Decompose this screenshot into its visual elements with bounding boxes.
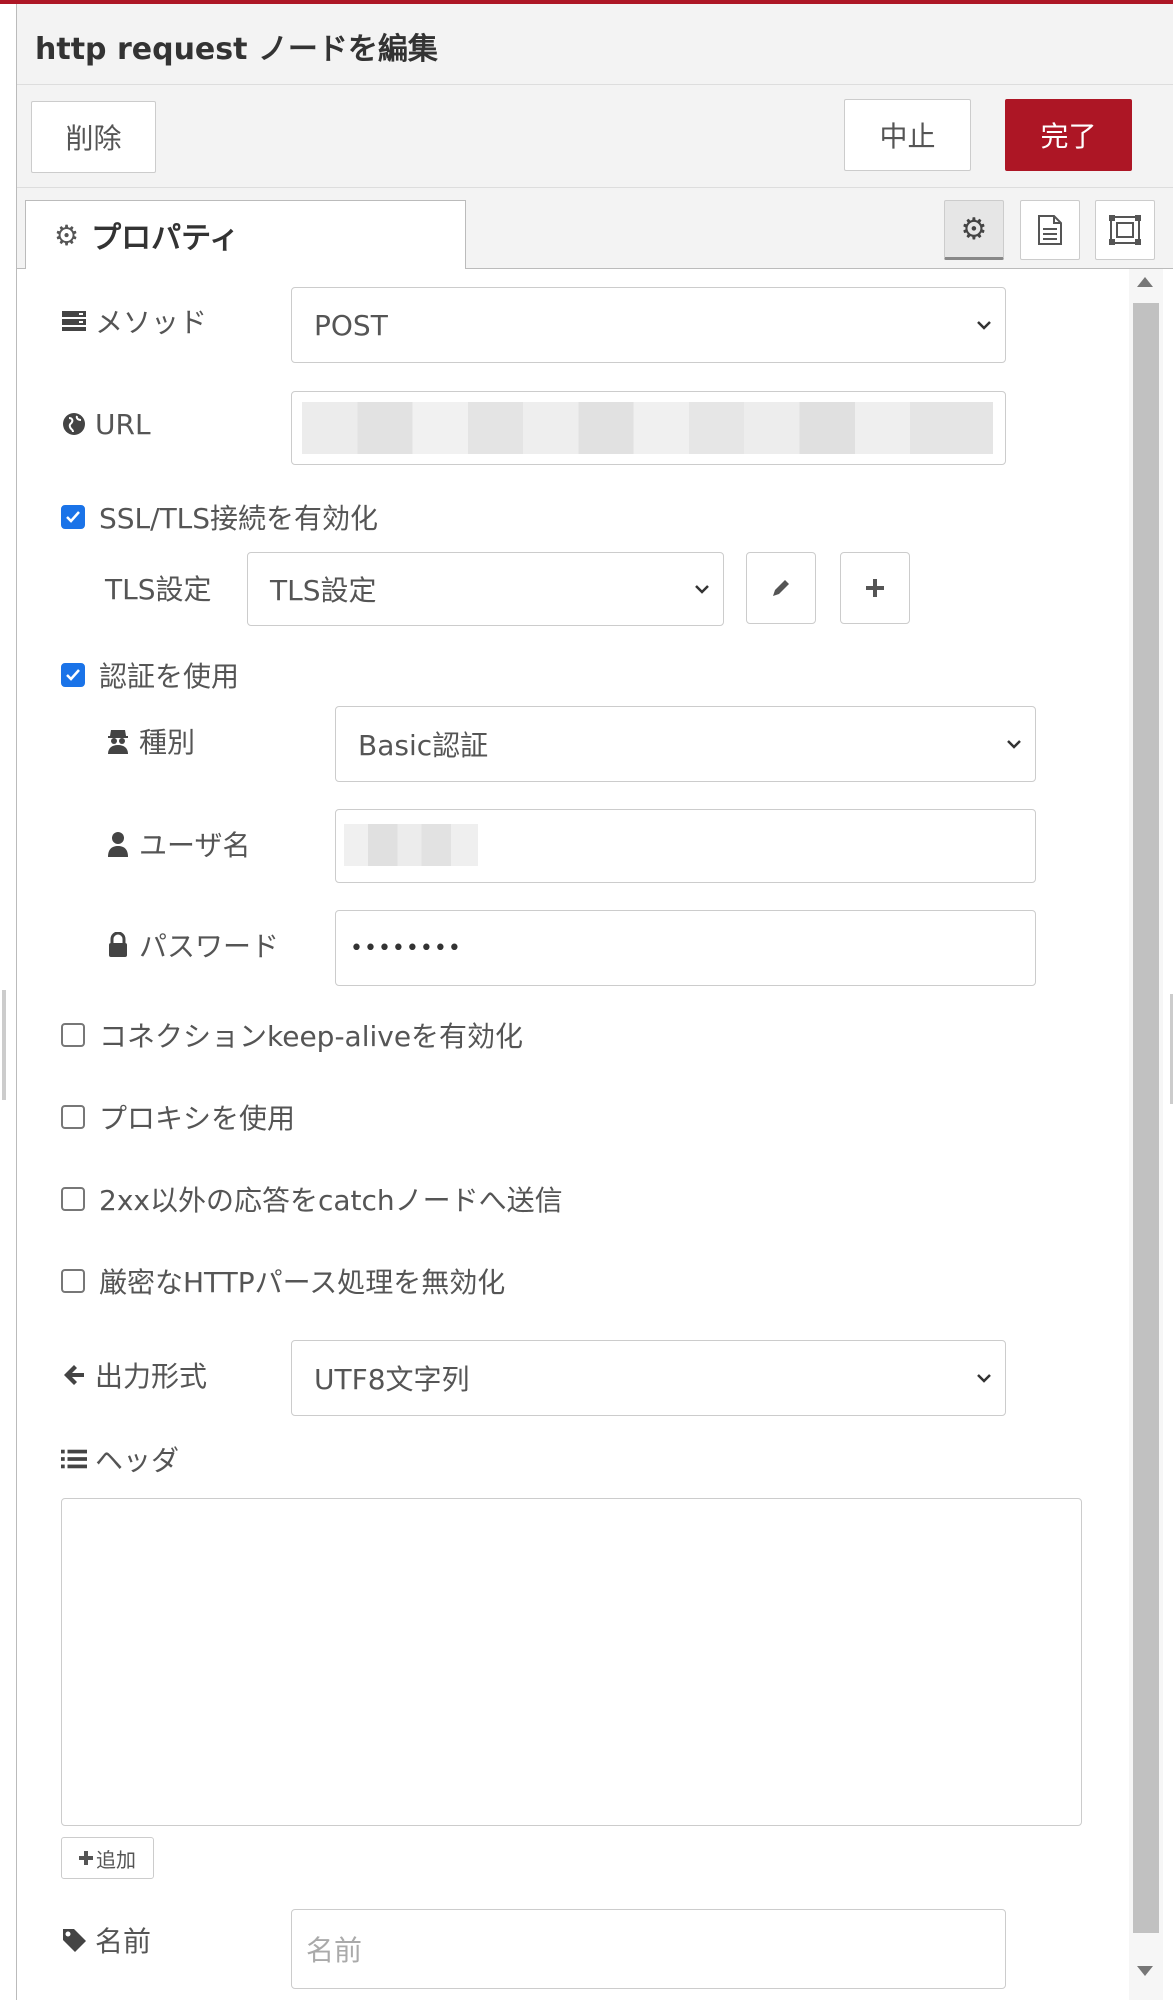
username-label-text: ユーザ名 — [139, 829, 251, 862]
catch-non2xx-label: 2xx以外の応答をcatchノードへ送信 — [99, 1184, 563, 1217]
url-input[interactable] — [291, 391, 1006, 465]
gear-icon: ⚙ — [54, 218, 80, 252]
method-label-text: メソッド — [95, 306, 208, 339]
output-label-text: 出力形式 — [95, 1360, 208, 1393]
edit-tls-button[interactable] — [746, 552, 816, 624]
tag-icon — [61, 1927, 87, 1953]
plus-icon — [866, 579, 884, 597]
keepalive-label: コネクションkeep-aliveを有効化 — [99, 1020, 524, 1053]
name-placeholder: 名前 — [306, 1934, 363, 1967]
add-header-label: 追加 — [96, 1847, 136, 1872]
tray-header: http request ノードを編集 — [17, 4, 1173, 85]
scroll-up-arrow[interactable] — [1137, 277, 1153, 287]
username-label: ユーザ名 — [105, 824, 250, 864]
headers-list[interactable] — [61, 1498, 1082, 1826]
chevron-down-icon — [977, 1374, 991, 1383]
auth-type-value: Basic認証 — [358, 729, 489, 762]
appearance-icon — [1109, 215, 1141, 245]
auth-label: 認証を使用 — [99, 660, 240, 693]
lock-icon — [105, 932, 131, 958]
gear-icon: ⚙ — [960, 211, 988, 247]
headers-label: ヘッダ — [61, 1439, 179, 1479]
method-select[interactable]: POST — [291, 287, 1006, 363]
output-value: UTF8文字列 — [314, 1363, 470, 1396]
add-header-button[interactable]: 追加 — [61, 1837, 154, 1879]
tab-appearance[interactable] — [1095, 200, 1155, 260]
user-icon — [105, 831, 131, 857]
username-input[interactable] — [335, 809, 1036, 883]
password-label-text: パスワード — [139, 930, 280, 963]
properties-form: メソッド POST URL SSL/TLS接続を有効化 TLS設定 TLS設定 — [17, 269, 1126, 2000]
url-label: URL — [61, 404, 151, 444]
ssl-checkbox-row[interactable]: SSL/TLS接続を有効化 — [61, 497, 378, 537]
url-label-text: URL — [95, 407, 151, 441]
tab-properties-label: プロパティ — [91, 221, 240, 256]
name-label-text: 名前 — [95, 1925, 152, 1958]
description-icon — [1038, 215, 1062, 245]
tray-title: http request ノードを編集 — [35, 32, 438, 67]
resize-handle-left[interactable] — [2, 990, 6, 1100]
list-icon — [61, 1448, 87, 1470]
auth-type-label: 種別 — [105, 721, 195, 761]
arrow-left-icon — [61, 1363, 87, 1387]
insecure-parser-label: 厳密なHTTPパース処理を無効化 — [99, 1266, 506, 1299]
tray-toolbar: 削除 中止 完了 — [17, 85, 1173, 188]
plus-icon — [79, 1851, 93, 1865]
scroll-down-arrow[interactable] — [1137, 1966, 1153, 1976]
vertical-scrollbar[interactable] — [1129, 269, 1163, 2000]
add-tls-button[interactable] — [840, 552, 910, 624]
keepalive-checkbox[interactable] — [61, 1023, 85, 1047]
tls-select[interactable]: TLS設定 — [247, 552, 724, 626]
done-button[interactable]: 完了 — [1005, 99, 1132, 171]
method-label: メソッド — [61, 301, 207, 341]
proxy-checkbox[interactable] — [61, 1105, 85, 1129]
output-label: 出力形式 — [61, 1355, 207, 1395]
chevron-down-icon — [977, 321, 991, 330]
output-select[interactable]: UTF8文字列 — [291, 1340, 1006, 1416]
proxy-label: プロキシを使用 — [99, 1102, 296, 1135]
globe-icon — [61, 411, 87, 437]
name-input[interactable]: 名前 — [291, 1909, 1006, 1989]
ssl-checkbox[interactable] — [61, 505, 85, 529]
auth-checkbox[interactable] — [61, 663, 85, 687]
url-redacted-value — [302, 402, 993, 454]
auth-type-label-text: 種別 — [139, 726, 196, 759]
server-icon — [61, 309, 87, 333]
auth-checkbox-row[interactable]: 認証を使用 — [61, 655, 239, 695]
tab-properties[interactable]: ⚙ プロパティ — [25, 200, 466, 269]
name-label: 名前 — [61, 1920, 151, 1960]
auth-type-select[interactable]: Basic認証 — [335, 706, 1036, 782]
chevron-down-icon — [695, 585, 709, 594]
user-secret-icon — [105, 728, 131, 754]
chevron-down-icon — [1007, 740, 1021, 749]
password-value: •••••••• — [350, 935, 462, 961]
keepalive-checkbox-row[interactable]: コネクションkeep-aliveを有効化 — [61, 1015, 523, 1055]
ssl-label: SSL/TLS接続を有効化 — [99, 502, 379, 535]
edit-tray: http request ノードを編集 削除 中止 完了 ⚙ プロパティ ⚙ メ… — [16, 4, 1173, 2000]
catch-non2xx-checkbox[interactable] — [61, 1187, 85, 1211]
proxy-checkbox-row[interactable]: プロキシを使用 — [61, 1097, 295, 1137]
insecure-parser-checkbox-row[interactable]: 厳密なHTTPパース処理を無効化 — [61, 1261, 505, 1301]
method-value: POST — [314, 308, 388, 342]
delete-button[interactable]: 削除 — [31, 101, 156, 173]
tabs-bar: ⚙ プロパティ ⚙ — [17, 188, 1173, 269]
catch-non2xx-checkbox-row[interactable]: 2xx以外の応答をcatchノードへ送信 — [61, 1179, 563, 1219]
headers-label-text: ヘッダ — [95, 1444, 180, 1477]
tls-value: TLS設定 — [270, 574, 377, 607]
password-input[interactable]: •••••••• — [335, 910, 1036, 986]
username-redacted-value — [344, 824, 478, 866]
scrollbar-thumb[interactable] — [1133, 303, 1159, 1933]
tab-description[interactable] — [1020, 200, 1080, 260]
tab-settings-gear[interactable]: ⚙ — [944, 200, 1004, 260]
pencil-icon — [773, 580, 789, 596]
tls-label: TLS設定 — [105, 573, 212, 606]
insecure-parser-checkbox[interactable] — [61, 1269, 85, 1293]
cancel-button[interactable]: 中止 — [844, 99, 971, 171]
password-label: パスワード — [105, 925, 279, 965]
